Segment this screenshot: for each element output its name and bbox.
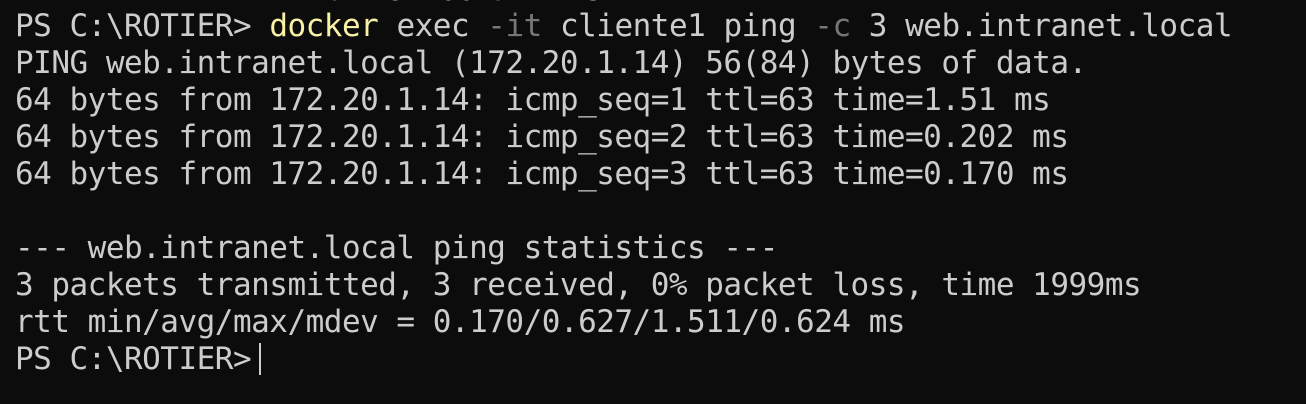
output-line: PING web.intranet.local (172.20.1.14) 56… — [15, 45, 1087, 81]
command-line: PS C:\ROTIER> docker exec -it cliente1 p… — [15, 8, 1233, 45]
output-line: 64 bytes from 172.20.1.14: icmp_seq=3 tt… — [15, 156, 1069, 192]
prompt: PS C:\ROTIER> — [15, 8, 252, 44]
command-program: docker — [269, 8, 379, 44]
command-subcommand: exec — [396, 8, 470, 44]
prompt: PS C:\ROTIER> — [15, 341, 252, 377]
output-line: 3 packets transmitted, 3 received, 0% pa… — [15, 267, 1142, 303]
command-flag-c: -c — [814, 8, 851, 44]
command-container: cliente1 — [559, 8, 706, 44]
command-tool: ping — [723, 8, 797, 44]
terminal-window[interactable]: PING 200 PIXELS PS C:\ROTIER> docker exe… — [0, 0, 1306, 404]
output-line: rtt min/avg/max/mdev = 0.170/0.627/1.511… — [15, 304, 906, 340]
command-flag-it: -it — [487, 8, 542, 44]
text-cursor — [259, 343, 262, 375]
output-line: 64 bytes from 172.20.1.14: icmp_seq=2 tt… — [15, 119, 1069, 155]
final-prompt-line[interactable]: PS C:\ROTIER> — [15, 341, 262, 378]
output-line: --- web.intranet.local ping statistics -… — [15, 230, 778, 266]
command-count: 3 — [868, 8, 888, 44]
command-host: web.intranet.local — [905, 8, 1233, 44]
output-line: 64 bytes from 172.20.1.14: icmp_seq=1 tt… — [15, 82, 1051, 118]
